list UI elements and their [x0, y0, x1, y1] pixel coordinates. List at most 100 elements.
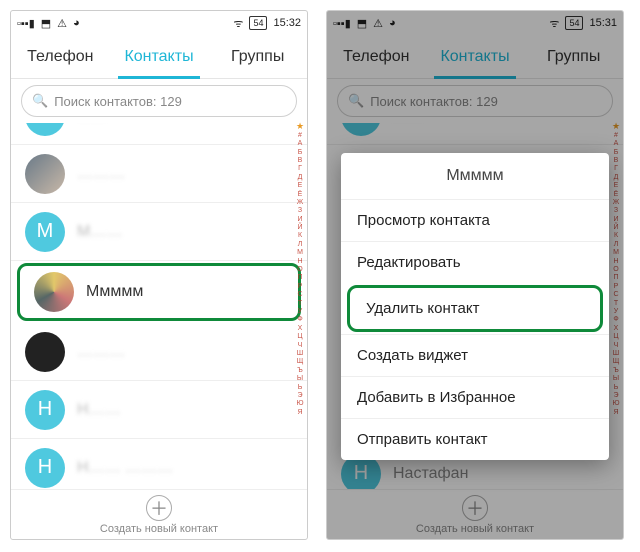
- alpha-letter[interactable]: В: [614, 157, 619, 165]
- tab-contacts[interactable]: Контакты: [110, 35, 209, 78]
- add-contact-button[interactable]: ＋: [462, 495, 488, 521]
- context-item[interactable]: Создать виджет: [341, 334, 609, 376]
- alpha-letter[interactable]: Г: [614, 165, 618, 173]
- alpha-letter[interactable]: П: [613, 274, 618, 282]
- alpha-letter[interactable]: Ё: [298, 191, 303, 199]
- alpha-letter[interactable]: Ю: [612, 400, 619, 408]
- search-input[interactable]: 🔍 Поиск контактов: 129: [21, 85, 297, 117]
- alpha-letter[interactable]: Ь: [298, 384, 303, 392]
- alpha-letter[interactable]: Е: [298, 182, 303, 190]
- alpha-letter[interactable]: Х: [298, 325, 303, 333]
- alpha-letter[interactable]: П: [297, 274, 302, 282]
- alpha-letter[interactable]: У: [298, 308, 302, 316]
- alpha-letter[interactable]: Л: [614, 241, 619, 249]
- context-item[interactable]: Отправить контакт: [341, 418, 609, 460]
- alpha-letter[interactable]: Я: [297, 409, 302, 417]
- context-item-delete[interactable]: Удалить контакт: [347, 285, 603, 332]
- alpha-letter[interactable]: Ъ: [613, 367, 619, 375]
- alpha-letter[interactable]: Щ: [297, 358, 304, 366]
- alpha-index[interactable]: ★#АБВГДЕЁЖЗИЙКЛМНОПРСТУФХЦЧШЩЪЫЬЭЮЯ: [610, 121, 622, 499]
- alpha-letter[interactable]: Н: [613, 258, 618, 266]
- contact-name: ………: [77, 165, 125, 183]
- alpha-letter[interactable]: Х: [614, 325, 619, 333]
- list-item[interactable]: ………: [11, 145, 307, 203]
- contacts-list[interactable]: ММ…………ММ……Ммммм………НН……НН…… ………НН……: [11, 123, 307, 489]
- alpha-letter[interactable]: Ъ: [297, 367, 303, 375]
- alpha-letter[interactable]: З: [298, 207, 302, 215]
- wifi-icon: ᯤ: [233, 16, 243, 31]
- alpha-letter[interactable]: Ю: [296, 400, 303, 408]
- context-item[interactable]: Добавить в Избранное: [341, 376, 609, 418]
- context-item[interactable]: Просмотр контакта: [341, 199, 609, 241]
- alpha-letter[interactable]: В: [298, 157, 303, 165]
- alpha-letter[interactable]: #: [298, 132, 302, 140]
- alpha-letter[interactable]: Ж: [297, 199, 303, 207]
- alpha-letter[interactable]: И: [297, 216, 302, 224]
- alpha-letter[interactable]: У: [614, 308, 618, 316]
- alpha-letter[interactable]: Г: [298, 165, 302, 173]
- alpha-letter[interactable]: Р: [298, 283, 303, 291]
- alpha-letter[interactable]: З: [614, 207, 618, 215]
- alpha-letter[interactable]: И: [613, 216, 618, 224]
- list-item[interactable]: ………: [11, 323, 307, 381]
- context-item[interactable]: Редактировать: [341, 241, 609, 283]
- alpha-letter[interactable]: Э: [613, 392, 618, 400]
- alpha-letter[interactable]: Ы: [613, 375, 619, 383]
- alpha-letter[interactable]: М: [613, 249, 619, 257]
- alpha-letter[interactable]: Т: [298, 300, 302, 308]
- list-item-selected[interactable]: Ммммм: [17, 263, 301, 321]
- alpha-letter[interactable]: Ч: [298, 342, 303, 350]
- alpha-letter[interactable]: Ф: [613, 316, 618, 324]
- list-item[interactable]: ММ……: [11, 203, 307, 261]
- contact-name: ………: [77, 343, 125, 361]
- alpha-letter[interactable]: Т: [614, 300, 618, 308]
- alpha-letter[interactable]: Д: [614, 174, 619, 182]
- alpha-letter[interactable]: Б: [614, 149, 619, 157]
- alpha-letter[interactable]: О: [297, 266, 302, 274]
- alpha-letter[interactable]: О: [613, 266, 618, 274]
- alpha-letter[interactable]: Ц: [297, 333, 302, 341]
- tab-groups[interactable]: Группы: [524, 35, 623, 78]
- alpha-letter[interactable]: Ф: [297, 316, 302, 324]
- tab-groups[interactable]: Группы: [208, 35, 307, 78]
- alpha-letter[interactable]: Н: [297, 258, 302, 266]
- list-item[interactable]: ММ…: [11, 123, 307, 145]
- alpha-letter[interactable]: Й: [613, 224, 618, 232]
- alpha-letter[interactable]: Л: [298, 241, 303, 249]
- list-item[interactable]: НН……: [11, 381, 307, 439]
- alpha-letter[interactable]: Ч: [614, 342, 619, 350]
- alpha-letter[interactable]: М: [297, 249, 303, 257]
- alpha-letter[interactable]: Ы: [297, 375, 303, 383]
- alpha-letter[interactable]: Р: [614, 283, 619, 291]
- alpha-letter[interactable]: Д: [298, 174, 303, 182]
- alpha-letter[interactable]: Ё: [614, 191, 619, 199]
- wifi-icon: ᯤ: [549, 16, 559, 31]
- alpha-letter[interactable]: #: [614, 132, 618, 140]
- alpha-letter[interactable]: Ь: [614, 384, 619, 392]
- alpha-letter[interactable]: С: [613, 291, 618, 299]
- alpha-letter[interactable]: К: [298, 232, 302, 240]
- alpha-letter[interactable]: А: [298, 140, 303, 148]
- alpha-letter[interactable]: Е: [614, 182, 619, 190]
- alpha-letter[interactable]: Б: [298, 149, 303, 157]
- alpha-letter[interactable]: А: [614, 140, 619, 148]
- alpha-letter[interactable]: Й: [297, 224, 302, 232]
- alpha-letter[interactable]: Ж: [613, 199, 619, 207]
- alpha-letter[interactable]: ★: [612, 121, 620, 132]
- search-input[interactable]: 🔍 Поиск контактов: 129: [337, 85, 613, 117]
- tab-contacts[interactable]: Контакты: [426, 35, 525, 78]
- alpha-letter[interactable]: С: [297, 291, 302, 299]
- alpha-letter[interactable]: Ш: [297, 350, 303, 358]
- alpha-letter[interactable]: Щ: [613, 358, 620, 366]
- alpha-index[interactable]: ★#АБВГДЕЁЖЗИЙКЛМНОПРСТУФХЦЧШЩЪЫЬЭЮЯ: [294, 121, 306, 499]
- alpha-letter[interactable]: Ц: [613, 333, 618, 341]
- tab-phone[interactable]: Телефон: [327, 35, 426, 78]
- alpha-letter[interactable]: Я: [613, 409, 618, 417]
- add-contact-button[interactable]: ＋: [146, 495, 172, 521]
- tab-phone[interactable]: Телефон: [11, 35, 110, 78]
- alpha-letter[interactable]: Э: [297, 392, 302, 400]
- alpha-letter[interactable]: Ш: [613, 350, 619, 358]
- list-item[interactable]: НН…… ………: [11, 439, 307, 489]
- alpha-letter[interactable]: ★: [296, 121, 304, 132]
- alpha-letter[interactable]: К: [614, 232, 618, 240]
